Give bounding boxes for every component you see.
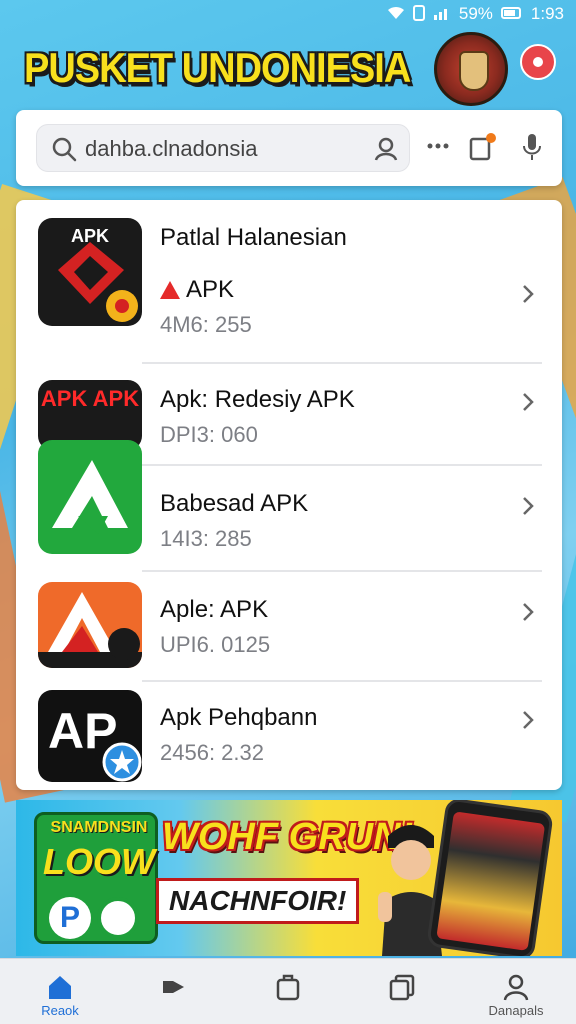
search-box[interactable] <box>36 124 410 172</box>
list-item[interactable]: AP Apk Pehqbann 2456: 2.32 <box>16 690 562 790</box>
app-icon <box>38 582 142 668</box>
profile-icon <box>502 973 530 1001</box>
app-name: Aple: APK <box>160 596 269 623</box>
edit-icon[interactable] <box>468 132 498 162</box>
chevron-right-icon[interactable] <box>516 390 540 414</box>
chevron-right-icon[interactable] <box>516 708 540 732</box>
notification-button[interactable] <box>520 44 556 80</box>
sim-icon <box>412 4 425 24</box>
chevron-right-icon[interactable] <box>516 282 540 306</box>
clock: 1:93 <box>530 4 564 23</box>
microphone-icon[interactable] <box>520 132 544 162</box>
app-subtitle: APK <box>160 276 234 304</box>
nav-tags[interactable] <box>124 959 224 1024</box>
app-meta: UPI6. 0125 <box>160 632 271 657</box>
phone-illustration <box>426 800 554 956</box>
circle-logo-icon <box>97 897 139 939</box>
wifi-icon <box>387 6 405 23</box>
profile-search-icon[interactable] <box>373 136 399 162</box>
p-logo-icon: P <box>49 897 91 939</box>
divider <box>142 362 542 364</box>
package-icon <box>274 973 302 1001</box>
promo-banner[interactable]: SNAMDNSIN LOOW P WOHF GRUN! NACHNFOIR! <box>16 800 562 956</box>
app-meta: 2456: 2.32 <box>160 740 264 765</box>
app-meta: 14I3: 285 <box>160 526 252 551</box>
nav-packages[interactable] <box>238 959 338 1024</box>
more-options-icon[interactable] <box>426 138 450 158</box>
app-name: Patlal Halanesian <box>160 224 347 251</box>
app-name: Apk: Redesiy APK <box>160 386 355 413</box>
app-name: Babesad APK <box>160 490 309 517</box>
nav-library[interactable] <box>352 959 452 1024</box>
bottom-navigation: Reaok Danapals <box>0 958 576 1024</box>
list-item[interactable]: Babesad APK 14I3: 285 <box>16 440 562 554</box>
app-list: APK Patlal Halanesian APK 4M6: 255 APK A… <box>16 200 562 790</box>
app-name: Apk Pehqbann <box>160 704 318 731</box>
banner-app-tile: SNAMDNSIN LOOW P <box>34 812 158 944</box>
banner-tile-caption: SNAMDNSIN <box>50 819 148 836</box>
app-title: PUSKET UNDONIESIA <box>24 45 411 93</box>
copy-icon <box>388 973 416 1001</box>
search-icon <box>51 136 77 162</box>
tag-icon <box>160 973 188 1001</box>
chevron-right-icon[interactable] <box>516 494 540 518</box>
list-item[interactable]: APK Patlal Halanesian APK 4M6: 255 <box>16 218 562 337</box>
app-icon-tag: APK APK <box>40 386 140 411</box>
divider <box>142 570 542 572</box>
search-bar-card <box>16 110 562 186</box>
nav-profile[interactable]: Danapals <box>466 959 566 1024</box>
app-header: PUSKET UNDONIESIA <box>0 28 576 110</box>
app-icon: AP <box>38 690 142 782</box>
signal-icon <box>433 6 451 23</box>
nav-home[interactable]: Reaok <box>10 959 110 1024</box>
search-input[interactable] <box>85 134 355 164</box>
nav-label: Reaok <box>41 1003 79 1018</box>
emblem-logo <box>434 32 508 106</box>
banner-tile-title: LOOW <box>43 841 155 882</box>
home-icon <box>46 973 74 1001</box>
banner-subline: NACHNFOIR! <box>156 878 360 924</box>
status-bar: 59% 1:93 <box>0 0 576 28</box>
battery-percent: 59% <box>458 4 493 23</box>
divider <box>142 680 542 682</box>
battery-icon <box>500 6 523 23</box>
list-item[interactable]: Aple: APK UPI6. 0125 <box>16 582 562 690</box>
nav-label: Danapals <box>488 1003 544 1018</box>
chevron-right-icon[interactable] <box>516 600 540 624</box>
app-icon: APK <box>38 218 142 326</box>
app-meta: 4M6: 255 <box>160 312 252 337</box>
app-icon <box>38 440 142 554</box>
warning-icon <box>160 281 180 299</box>
